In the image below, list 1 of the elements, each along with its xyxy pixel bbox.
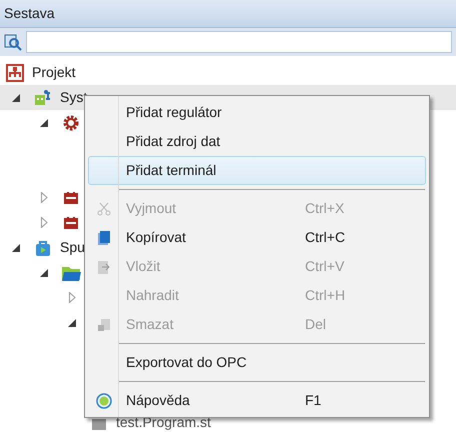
panel-title: Sestava xyxy=(4,4,55,23)
